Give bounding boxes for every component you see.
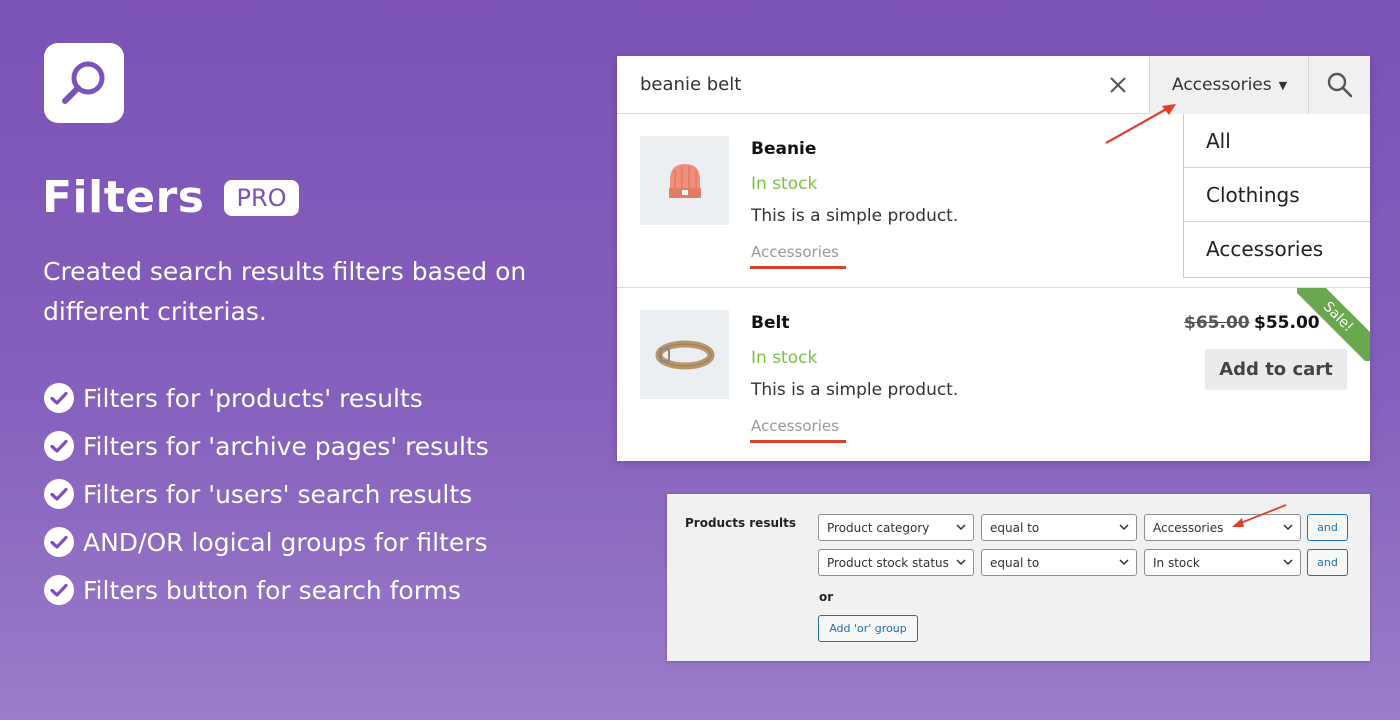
- beanie-image: [668, 163, 701, 198]
- product-category: Accessories: [751, 243, 839, 261]
- or-label: or: [819, 590, 834, 604]
- page-subtitle: Created search results filters based on …: [43, 257, 527, 326]
- filter-operator-select[interactable]: equal to: [981, 514, 1137, 541]
- and-button[interactable]: and: [1307, 549, 1348, 576]
- arrow-annotation-icon: [1232, 504, 1287, 527]
- old-price: $65.00: [1184, 313, 1250, 333]
- stock-status: In stock: [751, 348, 818, 368]
- chevron-down-icon: [1283, 559, 1293, 566]
- filter-field-select[interactable]: Product category: [818, 514, 974, 541]
- category-highlight: [750, 266, 846, 269]
- feature-item: Filters button for search forms: [44, 566, 489, 614]
- category-dropdown: All Clothings Accessories: [1183, 114, 1370, 278]
- feature-label: Filters for 'archive pages' results: [83, 431, 489, 461]
- filter-operator-value: equal to: [990, 555, 1040, 570]
- filter-field-value: Product category: [827, 520, 930, 535]
- dropdown-option-all[interactable]: All: [1184, 114, 1370, 168]
- add-or-group-button[interactable]: Add 'or' group: [818, 615, 918, 642]
- feature-item: Filters for 'archive pages' results: [44, 422, 489, 470]
- chevron-down-icon: [956, 559, 966, 566]
- arrow-annotation-icon: [1105, 104, 1176, 144]
- feature-item: Filters for 'products' results: [44, 374, 489, 422]
- check-circle-icon: [44, 431, 74, 461]
- feature-item: AND/OR logical groups for filters: [44, 518, 489, 566]
- product-name[interactable]: Beanie: [751, 139, 816, 159]
- feature-label: Filters button for search forms: [83, 575, 461, 605]
- close-icon[interactable]: [1107, 74, 1129, 96]
- app-logo: [44, 43, 124, 123]
- dropdown-option-clothings[interactable]: Clothings: [1184, 168, 1370, 222]
- filter-value-select[interactable]: In stock: [1144, 549, 1301, 576]
- stock-status: In stock: [751, 174, 818, 194]
- search-input[interactable]: beanie belt: [640, 74, 741, 95]
- sale-ribbon: Sale!: [1297, 288, 1370, 361]
- filter-operator-select[interactable]: equal to: [981, 549, 1137, 576]
- filter-value-value: In stock: [1153, 555, 1200, 570]
- feature-label: Filters for 'products' results: [83, 383, 423, 413]
- product-description: This is a simple product.: [751, 206, 959, 226]
- product-name[interactable]: Belt: [751, 313, 789, 333]
- chevron-down-icon: [1119, 524, 1129, 531]
- dropdown-option-accessories[interactable]: Accessories: [1184, 222, 1370, 276]
- filter-value-value: Accessories: [1153, 520, 1224, 535]
- search-button[interactable]: [1309, 56, 1370, 114]
- chevron-down-icon: [1119, 559, 1129, 566]
- sale-badge: Sale!: [1297, 288, 1370, 361]
- pro-badge: PRO: [224, 179, 299, 216]
- feature-list: Filters for 'products' results Filters f…: [44, 374, 489, 614]
- check-circle-icon: [44, 527, 74, 557]
- search-results-panel: beanie belt Accessories ▼ All Clothings …: [617, 56, 1370, 461]
- and-button[interactable]: and: [1307, 514, 1348, 541]
- search-bar: beanie belt Accessories ▼: [617, 56, 1370, 114]
- feature-label: Filters for 'users' search results: [83, 479, 473, 509]
- category-highlight: [750, 440, 846, 443]
- check-circle-icon: [44, 575, 74, 605]
- filter-field-value: Product stock status: [827, 555, 949, 570]
- search-icon: [1327, 72, 1352, 98]
- product-image-belt: [640, 310, 729, 399]
- product-category: Accessories: [751, 417, 839, 435]
- caret-down-icon: ▼: [1278, 78, 1288, 92]
- belt-image: [655, 340, 714, 369]
- check-circle-icon: [44, 383, 74, 413]
- products-results-label: Products results: [685, 516, 796, 530]
- product-image-beanie: [640, 136, 729, 225]
- check-circle-icon: [44, 479, 74, 509]
- category-select-value: Accessories: [1172, 75, 1272, 95]
- title-row: Filters PRO: [42, 172, 299, 223]
- filter-operator-value: equal to: [990, 520, 1040, 535]
- search-magnifier-icon: [62, 61, 105, 104]
- product-description: This is a simple product.: [751, 380, 959, 400]
- feature-item: Filters for 'users' search results: [44, 470, 489, 518]
- page-title: Filters: [42, 172, 205, 223]
- result-item-belt[interactable]: Belt In stock This is a simple product. …: [617, 288, 1370, 462]
- chevron-down-icon: [956, 524, 966, 531]
- feature-label: AND/OR logical groups for filters: [83, 527, 488, 557]
- filter-field-select[interactable]: Product stock status: [818, 549, 974, 576]
